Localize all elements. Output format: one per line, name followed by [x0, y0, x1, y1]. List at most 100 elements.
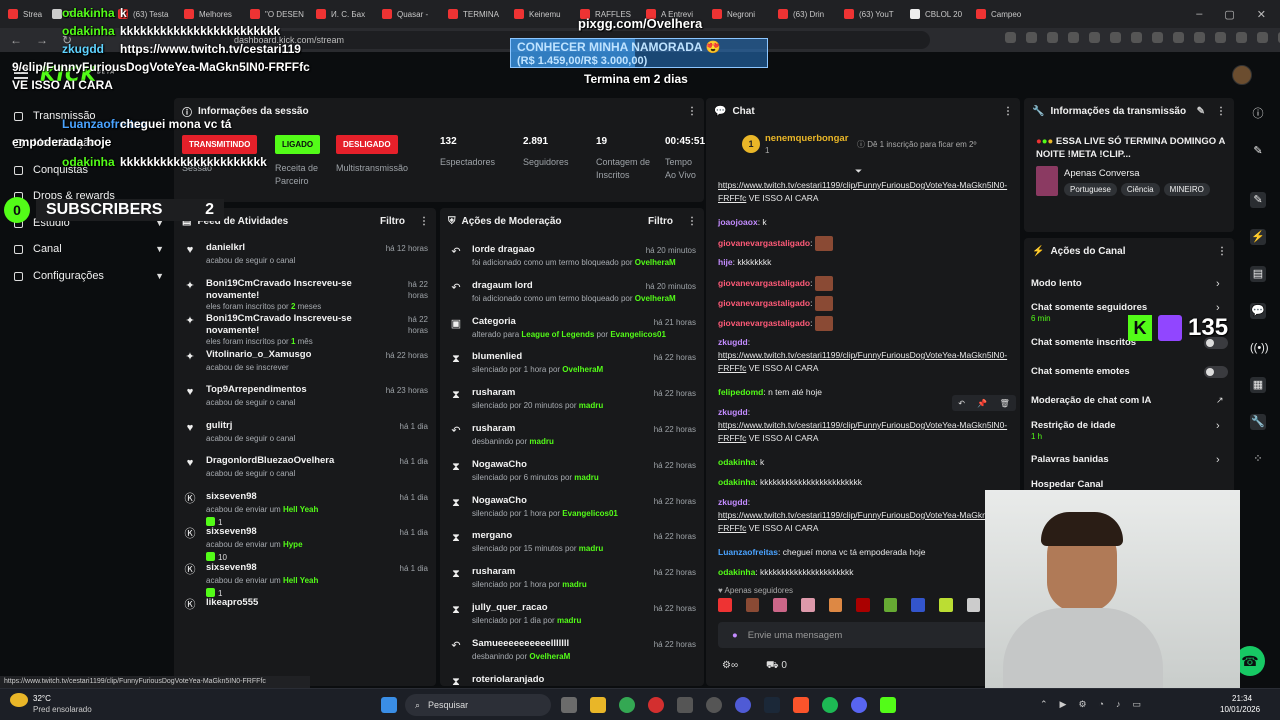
- channel-action-7[interactable]: Hospedar Canal: [1031, 479, 1103, 490]
- sidebar-item-configuracoes[interactable]: Configurações ▼: [14, 270, 164, 282]
- chevron-right-icon[interactable]: ›: [1216, 454, 1220, 466]
- feed-item-title[interactable]: Boni19CmCravado Inscreveu-se novamente!: [206, 278, 376, 302]
- moderation-target[interactable]: rusharam: [472, 387, 642, 399]
- filter-button[interactable]: Filtro: [648, 216, 673, 227]
- settings-icon[interactable]: ⚙: [1078, 699, 1086, 710]
- moderation-target[interactable]: NogawaCho: [472, 495, 642, 507]
- reply-icon[interactable]: ↶: [958, 399, 965, 408]
- chevron-right-icon[interactable]: ›: [1216, 278, 1220, 290]
- channel-action-3[interactable]: Chat somente emotes: [1031, 366, 1130, 377]
- top-gifter-name[interactable]: nenemquerbongar: [765, 133, 848, 144]
- app-icon[interactable]: [677, 697, 693, 713]
- chat-username[interactable]: odakinha: [718, 457, 755, 467]
- chat-username[interactable]: giovanevargastaligado: [718, 318, 810, 328]
- feed-item-title[interactable]: gulitrj: [206, 420, 376, 432]
- kick-app-icon[interactable]: [880, 697, 896, 713]
- opera-icon[interactable]: [648, 697, 664, 713]
- file-explorer-icon[interactable]: [590, 697, 606, 713]
- moderation-target[interactable]: Samueeeeeeeeeelllllll: [472, 638, 642, 650]
- chat-username[interactable]: joaojoaox: [718, 217, 758, 227]
- more-icon[interactable]: ⋮: [1217, 246, 1227, 257]
- chat-username[interactable]: odakinha: [718, 477, 755, 487]
- task-view-icon[interactable]: [561, 697, 577, 713]
- tag[interactable]: Portuguese: [1064, 183, 1117, 196]
- tag[interactable]: MINEIRO: [1163, 183, 1210, 196]
- feed-item-title[interactable]: danielkrl: [206, 242, 376, 254]
- chat-username[interactable]: zkugdd: [718, 497, 748, 507]
- emote-icon[interactable]: [745, 598, 760, 612]
- chat-bubble-icon[interactable]: 💬: [1250, 303, 1266, 319]
- steam-icon[interactable]: [764, 697, 780, 713]
- channel-action-2[interactable]: Chat somente inscritos: [1031, 337, 1136, 348]
- moderation-target[interactable]: Categoria: [472, 316, 642, 328]
- moderation-target[interactable]: NogawaCho: [472, 459, 642, 471]
- emote-icon[interactable]: [718, 598, 732, 612]
- feed-item-title[interactable]: sixseven98: [206, 526, 376, 538]
- chat-username[interactable]: giovanevargastaligado: [718, 238, 810, 248]
- channel-action-1[interactable]: Chat somente seguidores: [1031, 302, 1147, 313]
- chevron-right-icon[interactable]: ›: [1216, 420, 1220, 432]
- moderation-target[interactable]: blumenlied: [472, 351, 642, 363]
- trash-icon[interactable]: 🗑: [1000, 399, 1010, 408]
- chevron-up-icon[interactable]: ⌃: [1040, 699, 1048, 710]
- windows-start-icon[interactable]: [381, 697, 397, 713]
- chat-username[interactable]: zkugdd: [718, 407, 748, 417]
- moderation-target[interactable]: rusharam: [472, 566, 642, 578]
- moderation-target[interactable]: dragaum lord: [472, 280, 642, 292]
- sidebar-item-canal[interactable]: Canal ▼: [14, 243, 164, 255]
- apps-icon[interactable]: ⁘: [1250, 451, 1266, 467]
- browser-tab[interactable]: CBLOL 20: [902, 3, 968, 25]
- wrench-icon[interactable]: 🔧: [1250, 414, 1266, 430]
- moderation-target[interactable]: rusharam: [472, 423, 642, 435]
- feed-item-title[interactable]: DragonlordBluezaoOvelhera: [206, 455, 376, 467]
- layout-icon[interactable]: ▦: [1250, 377, 1266, 393]
- emote-icon[interactable]: [911, 598, 926, 612]
- chrome-icon[interactable]: [619, 697, 635, 713]
- minimize-icon[interactable]: –: [1196, 8, 1202, 21]
- more-icon[interactable]: ⋮: [1003, 106, 1013, 117]
- filter-button[interactable]: Filtro: [380, 216, 405, 227]
- chevron-right-icon[interactable]: ›: [1216, 302, 1220, 314]
- channel-action-0[interactable]: Modo lento: [1031, 278, 1082, 289]
- brave-icon[interactable]: [793, 697, 809, 713]
- chat-username[interactable]: giovanevargastaligado: [718, 278, 810, 288]
- browser-tab[interactable]: (63) Drin: [770, 3, 836, 25]
- pin-icon[interactable]: 📌: [977, 399, 987, 408]
- document-icon[interactable]: ▤: [1250, 266, 1266, 282]
- chat-username[interactable]: odakinha: [718, 567, 755, 577]
- browser-tab[interactable]: (63) YouT: [836, 3, 902, 25]
- toggle-switch[interactable]: [1204, 366, 1228, 378]
- emote-icon[interactable]: [883, 598, 898, 612]
- moderation-target[interactable]: jully_quer_racao: [472, 602, 642, 614]
- broadcast-icon[interactable]: ((•)): [1250, 340, 1269, 356]
- channel-action-4[interactable]: Moderação de chat com IA: [1031, 395, 1151, 406]
- emote-icon[interactable]: [800, 598, 815, 612]
- channel-action-5[interactable]: Restrição de idade: [1031, 420, 1115, 431]
- info-icon[interactable]: ⓘ: [1250, 106, 1266, 122]
- chat-username[interactable]: hije: [718, 257, 733, 267]
- app-icon[interactable]: [735, 697, 751, 713]
- mic-icon[interactable]: ●: [732, 630, 738, 641]
- moderation-target[interactable]: lorde dragaao: [472, 244, 642, 256]
- tag[interactable]: Ciência: [1120, 183, 1160, 196]
- chat-username[interactable]: Luanzaofreitas: [718, 547, 778, 557]
- wifi-icon[interactable]: ◔: [1099, 699, 1104, 710]
- channel-action-6[interactable]: Palavras banidas: [1031, 454, 1109, 465]
- close-icon[interactable]: ✕: [1257, 8, 1266, 21]
- feed-item-title[interactable]: Top9Arrependimentos: [206, 384, 376, 396]
- spotify-icon[interactable]: [822, 697, 838, 713]
- browser-tab[interactable]: Keinemu: [506, 3, 572, 25]
- chat-settings-icon[interactable]: ⚙∞: [722, 660, 738, 671]
- edit-icon[interactable]: ✎: [1197, 106, 1205, 117]
- maximize-icon[interactable]: ▢: [1224, 8, 1234, 21]
- category-name[interactable]: Apenas Conversa: [1064, 168, 1140, 179]
- collapse-icon[interactable]: ⏷: [855, 166, 862, 177]
- feed-item-title[interactable]: likeapro555: [206, 597, 376, 609]
- browser-tab[interactable]: Negroni: [704, 3, 770, 25]
- more-icon[interactable]: ⋮: [687, 216, 697, 227]
- chat-username[interactable]: zkugdd: [718, 337, 748, 347]
- more-icon[interactable]: ⋮: [687, 106, 697, 117]
- emote-icon[interactable]: [773, 598, 787, 612]
- browser-tab[interactable]: И. С. Бах: [308, 3, 374, 25]
- moderation-target[interactable]: mergano: [472, 530, 642, 542]
